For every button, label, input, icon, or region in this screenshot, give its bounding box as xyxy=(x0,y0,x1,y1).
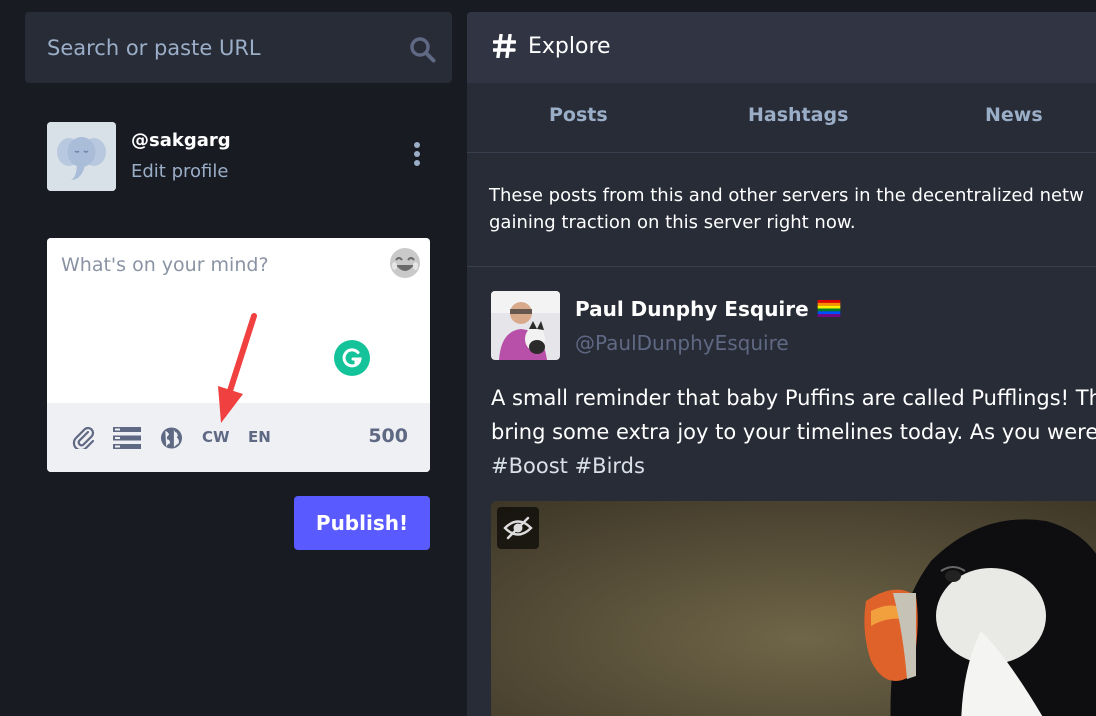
tab-news[interactable]: News xyxy=(985,104,1043,126)
hashtag-link-birds[interactable]: #Birds xyxy=(575,454,645,478)
account-header: @sakgarg Edit profile xyxy=(47,122,430,192)
emoji-picker-icon[interactable] xyxy=(388,246,422,280)
tab-hashtags[interactable]: Hashtags xyxy=(748,104,848,126)
hide-media-button[interactable] xyxy=(497,507,539,549)
post-avatar[interactable] xyxy=(491,291,560,360)
poll-icon[interactable] xyxy=(113,427,141,449)
more-options-icon[interactable] xyxy=(412,142,422,172)
mastodon-elephant-icon xyxy=(47,122,116,191)
search-icon[interactable] xyxy=(409,36,436,63)
annotation-arrow-icon xyxy=(218,313,257,423)
column-header: Explore xyxy=(467,12,1096,83)
publish-button[interactable]: Publish! xyxy=(294,496,430,550)
tab-posts[interactable]: Posts xyxy=(549,104,608,126)
explore-tabs: Posts Hashtags News xyxy=(467,83,1096,153)
post-handle[interactable]: @PaulDunphyEsquire xyxy=(575,331,789,355)
account-handle[interactable]: @sakgarg xyxy=(131,130,231,151)
language-button[interactable]: EN xyxy=(248,428,271,450)
post-display-name[interactable]: Paul Dunphy Esquire xyxy=(575,297,841,321)
divider xyxy=(467,266,1096,267)
globe-icon[interactable] xyxy=(160,427,183,449)
hashtag-link-boost[interactable]: #Boost xyxy=(491,454,568,478)
paperclip-icon[interactable] xyxy=(71,427,97,449)
edit-profile-link[interactable]: Edit profile xyxy=(131,161,228,182)
hashtag-icon xyxy=(493,34,516,58)
search-bar[interactable] xyxy=(25,12,452,83)
post-media-image[interactable] xyxy=(491,501,1096,716)
search-input[interactable] xyxy=(25,12,452,83)
user-photo-icon xyxy=(491,291,560,360)
rainbow-flag-icon xyxy=(817,300,841,317)
explore-intro-text: These posts from this and other servers … xyxy=(489,185,1084,233)
puffin-photo-icon xyxy=(491,501,1096,716)
eye-slash-icon xyxy=(503,516,533,540)
content-warning-button[interactable]: CW xyxy=(202,428,230,450)
post-content: A small reminder that baby Puffins are c… xyxy=(491,386,1096,478)
character-counter: 500 xyxy=(368,425,408,447)
avatar[interactable] xyxy=(47,122,116,191)
grammarly-icon[interactable] xyxy=(334,340,370,376)
column-title: Explore xyxy=(528,34,611,59)
explore-column: Explore Posts Hashtags News These posts … xyxy=(467,12,1096,716)
